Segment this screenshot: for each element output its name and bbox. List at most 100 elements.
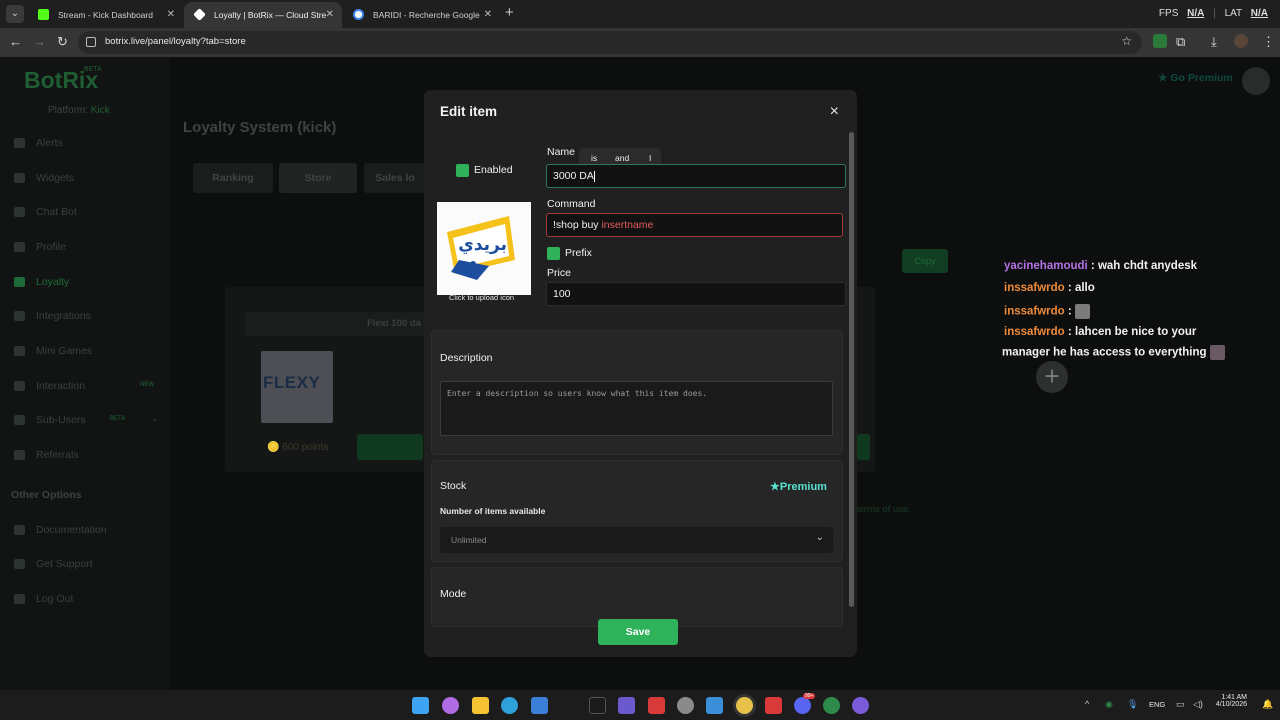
tab-google-search[interactable]: BARIDI - Recherche Google ✕ (343, 2, 500, 28)
tab-store[interactable]: Store (279, 163, 357, 193)
url-omnibox[interactable]: botrix.live/panel/loyalty?tab=store ☆ (78, 31, 1142, 54)
tab-title: Stream - Kick Dashboard (58, 10, 153, 20)
sidebar-item-label: Log Out (36, 593, 74, 605)
volume-icon[interactable]: ◁) (1193, 699, 1203, 710)
store-item-delete-button[interactable] (857, 434, 870, 460)
reload-icon[interactable]: ↻ (57, 34, 68, 50)
tray-app-icon[interactable]: ◉ (1105, 699, 1113, 710)
name-input[interactable]: 3000 DA (546, 164, 846, 188)
store-item-edit-button[interactable] (357, 434, 423, 460)
bookmark-star-icon[interactable]: ☆ (1121, 34, 1132, 48)
premium-badge[interactable]: ★Premium (770, 480, 827, 493)
prefix-checkbox[interactable] (547, 247, 560, 260)
copilot-icon[interactable] (442, 697, 459, 714)
copy-button[interactable]: Copy (902, 249, 948, 273)
chevron-down-icon[interactable]: ⌄ (151, 413, 159, 424)
tab-search-button[interactable]: ⌄ (6, 5, 24, 23)
sidebar-item-widgets[interactable]: Widgets (14, 170, 74, 186)
command-input[interactable]: !shop buy insertname (546, 213, 843, 237)
logo-beta-badge: BETA (84, 66, 102, 73)
back-arrow-icon[interactable]: ← (9, 34, 22, 49)
name-label: Name (547, 146, 576, 158)
windows-start-icon[interactable] (412, 697, 429, 714)
command-prefix-text: !shop buy (553, 219, 602, 231)
download-icon[interactable]: ⤓ (1211, 34, 1217, 50)
browser-tab-bar: ⌄ Stream - Kick Dashboard ✕ Loyalty | Bo… (0, 0, 1280, 28)
app-icon[interactable] (823, 697, 840, 714)
chrome-icon[interactable] (736, 697, 753, 714)
tab-botrix-loyalty[interactable]: Loyalty | BotRix — Cloud Stream ✕ (184, 2, 342, 28)
edge-icon[interactable] (501, 697, 518, 714)
tab-close-icon[interactable]: ✕ (484, 2, 492, 28)
tab-kick-dashboard[interactable]: Stream - Kick Dashboard ✕ (28, 2, 183, 28)
teams-icon[interactable] (618, 697, 635, 714)
notifications-bell-icon[interactable]: 🔔 (1262, 699, 1273, 710)
save-button[interactable]: Save (598, 619, 678, 645)
plus-icon[interactable]: + (1036, 361, 1068, 393)
stock-select[interactable]: Unlimited ⌄ (440, 527, 833, 553)
suggestion-item[interactable]: I (649, 153, 651, 163)
sidebar-item-sub-users[interactable]: Sub-Users (14, 412, 86, 428)
clock[interactable]: 1:41 AM 4/10/2026 (1216, 694, 1247, 708)
forward-arrow-icon[interactable]: → (33, 34, 46, 49)
enabled-label: Enabled (474, 164, 513, 176)
photos-icon[interactable] (706, 697, 723, 714)
sidebar-item-profile[interactable]: Profile (14, 239, 66, 255)
tiktok-icon[interactable] (589, 697, 606, 714)
url-text[interactable]: botrix.live/panel/loyalty?tab=store (105, 36, 246, 47)
file-explorer-icon[interactable] (472, 697, 489, 714)
extension-icon[interactable] (1153, 34, 1167, 48)
microphone-icon[interactable]: 🎙 (1127, 699, 1138, 710)
sidebar-item-referrals[interactable]: Referrals (14, 447, 79, 463)
language-indicator[interactable]: ENG (1149, 700, 1165, 709)
chat-text: manager he has access to everything (1002, 346, 1207, 359)
suggestion-item[interactable]: and (615, 153, 629, 163)
go-premium-link[interactable]: ★ Go Premium (1158, 72, 1233, 84)
sidebar-item-log-out[interactable]: Log Out (14, 591, 73, 607)
fps-value: N/A (1187, 8, 1205, 19)
upload-hint: Click to upload icon (449, 293, 515, 302)
app-icon[interactable] (765, 697, 782, 714)
tab-sales-log[interactable]: Sales lo (364, 163, 426, 193)
tab-ranking[interactable]: Ranking (193, 163, 273, 193)
app-icon[interactable] (852, 697, 869, 714)
item-icon-upload[interactable]: بريدي (437, 202, 531, 295)
sidebar-item-chat-bot[interactable]: Chat Bot (14, 204, 77, 220)
close-icon[interactable]: × (830, 103, 839, 121)
discord-icon[interactable] (794, 697, 811, 714)
suggestion-item[interactable]: is (591, 153, 597, 163)
chat-message-continued: manager he has access to everything (1002, 345, 1225, 360)
chat-message: inssafwrdo : lahcen be nice to your (1004, 326, 1197, 338)
sidebar-item-alerts[interactable]: Alerts (14, 135, 63, 151)
price-input[interactable]: 100 (546, 282, 846, 306)
extensions-puzzle-icon[interactable]: ⧉ (1176, 34, 1185, 50)
sidebar: BotRix BETA Platform: Kick Alerts Widget… (0, 57, 170, 690)
sidebar-item-loyalty[interactable]: Loyalty (14, 274, 69, 290)
profile-avatar-icon[interactable] (1234, 34, 1248, 48)
sidebar-item-interaction[interactable]: Interaction (14, 378, 85, 394)
modal-scrollbar-thumb[interactable] (849, 132, 854, 607)
user-avatar[interactable] (1242, 67, 1270, 95)
app-icon[interactable] (648, 697, 665, 714)
mail-icon[interactable] (531, 697, 548, 714)
network-icon[interactable]: ▭ (1176, 699, 1185, 710)
new-tab-button[interactable]: + (505, 4, 514, 21)
baridi-logo-icon: بريدي (447, 216, 515, 280)
browser-menu-icon[interactable]: ⋮ (1262, 34, 1275, 50)
tab-close-icon[interactable]: ✕ (167, 2, 175, 28)
chevron-up-icon[interactable]: ^ (1085, 699, 1089, 709)
beta-badge: BETA (110, 416, 126, 422)
site-info-icon[interactable] (86, 37, 96, 47)
botrix-favicon-icon (193, 8, 206, 21)
settings-gear-icon[interactable] (677, 697, 694, 714)
sidebar-item-documentation[interactable]: Documentation (14, 522, 107, 538)
trophy-icon (14, 277, 25, 287)
sidebar-item-integrations[interactable]: Integrations (14, 308, 91, 324)
description-textarea[interactable]: Enter a description so users know what t… (440, 381, 833, 436)
sidebar-item-mini-games[interactable]: Mini Games (14, 343, 92, 359)
terms-link[interactable]: terms of use. (856, 504, 911, 515)
sidebar-item-get-support[interactable]: Get Support (14, 556, 93, 572)
price-input-value: 100 (553, 288, 571, 300)
enabled-checkbox[interactable] (456, 164, 469, 177)
tab-close-icon[interactable]: ✕ (326, 2, 334, 28)
